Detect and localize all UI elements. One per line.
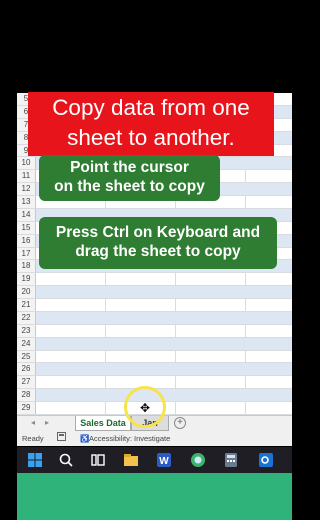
tab-sales-data[interactable]: Sales Data — [75, 416, 131, 431]
table-row[interactable]: 21 — [17, 299, 292, 312]
windows-icon[interactable] — [26, 451, 44, 469]
table-row[interactable]: 23 — [17, 324, 292, 338]
row-number[interactable]: 20 — [17, 286, 36, 299]
status-accessibility[interactable]: Accessibility: Investigate — [89, 432, 170, 446]
macro-icon[interactable] — [57, 432, 66, 446]
row-number[interactable]: 12 — [17, 183, 36, 196]
title-text: Copy data from one sheet to another. — [28, 93, 274, 153]
row-number[interactable]: 21 — [17, 299, 36, 311]
row-number[interactable]: 11 — [17, 170, 36, 183]
status-ready: Ready — [22, 434, 44, 443]
row-number[interactable]: 18 — [17, 260, 36, 273]
row-number[interactable]: 19 — [17, 273, 36, 286]
table-row[interactable]: 26 — [17, 363, 292, 377]
table-row[interactable]: 22 — [17, 311, 292, 325]
move-cursor-icon: ✥ — [140, 401, 151, 415]
step1-callout: Point the cursor on the sheet to copy — [39, 155, 220, 201]
calculator-icon[interactable] — [222, 451, 240, 469]
title-line-2: sheet to another. — [67, 125, 235, 150]
row-number[interactable]: 15 — [17, 221, 36, 234]
title-line-1: Copy data from one — [52, 95, 250, 120]
step1-line-2: on the sheet to copy — [54, 178, 205, 195]
step2-line-2: drag the sheet to copy — [75, 243, 241, 260]
row-number[interactable]: 24 — [17, 337, 36, 350]
bottom-green-band — [17, 473, 292, 520]
row-number[interactable]: 13 — [17, 196, 36, 208]
accessibility-icon: ♿ — [80, 434, 90, 443]
row-number[interactable]: 25 — [17, 350, 36, 363]
row-number[interactable]: 27 — [17, 376, 36, 389]
row-number[interactable]: 28 — [17, 389, 36, 402]
step2-callout: Press Ctrl on Keyboard and drag the shee… — [39, 217, 277, 269]
table-row[interactable]: 24 — [17, 337, 292, 351]
outlook-icon[interactable] — [257, 451, 275, 469]
row-number[interactable]: 26 — [17, 363, 36, 376]
windows-taskbar: W — [17, 447, 292, 473]
row-number[interactable]: 14 — [17, 208, 36, 221]
row-number[interactable]: 10 — [17, 157, 36, 170]
search-icon[interactable] — [57, 451, 75, 469]
row-number[interactable]: 16 — [17, 234, 36, 247]
table-row[interactable]: 25 — [17, 350, 292, 364]
status-bar: Ready ♿ Accessibility: Investigate — [17, 432, 292, 446]
row-number[interactable]: 29 — [17, 402, 36, 414]
word-icon[interactable]: W — [155, 451, 173, 469]
svg-text:W: W — [159, 456, 169, 467]
file-explorer-icon[interactable] — [122, 451, 140, 469]
step1-line-1: Point the cursor — [70, 159, 189, 176]
add-sheet-button[interactable]: + — [174, 417, 186, 429]
tab-scroll-right-icon[interactable]: ▸ — [45, 418, 49, 427]
tab-scroll-left-icon[interactable]: ◂ — [31, 418, 35, 427]
row-number[interactable]: 17 — [17, 247, 36, 260]
top-black-bar — [0, 0, 292, 93]
browser-icon[interactable] — [189, 451, 207, 469]
step2-line-1: Press Ctrl on Keyboard and — [55, 224, 261, 241]
row-number[interactable]: 22 — [17, 311, 36, 324]
table-row[interactable]: 19 — [17, 273, 292, 287]
left-black-bar — [0, 93, 17, 471]
row-number[interactable]: 23 — [17, 324, 36, 337]
task-view-icon[interactable] — [89, 451, 107, 469]
table-row[interactable]: 20 — [17, 286, 292, 300]
